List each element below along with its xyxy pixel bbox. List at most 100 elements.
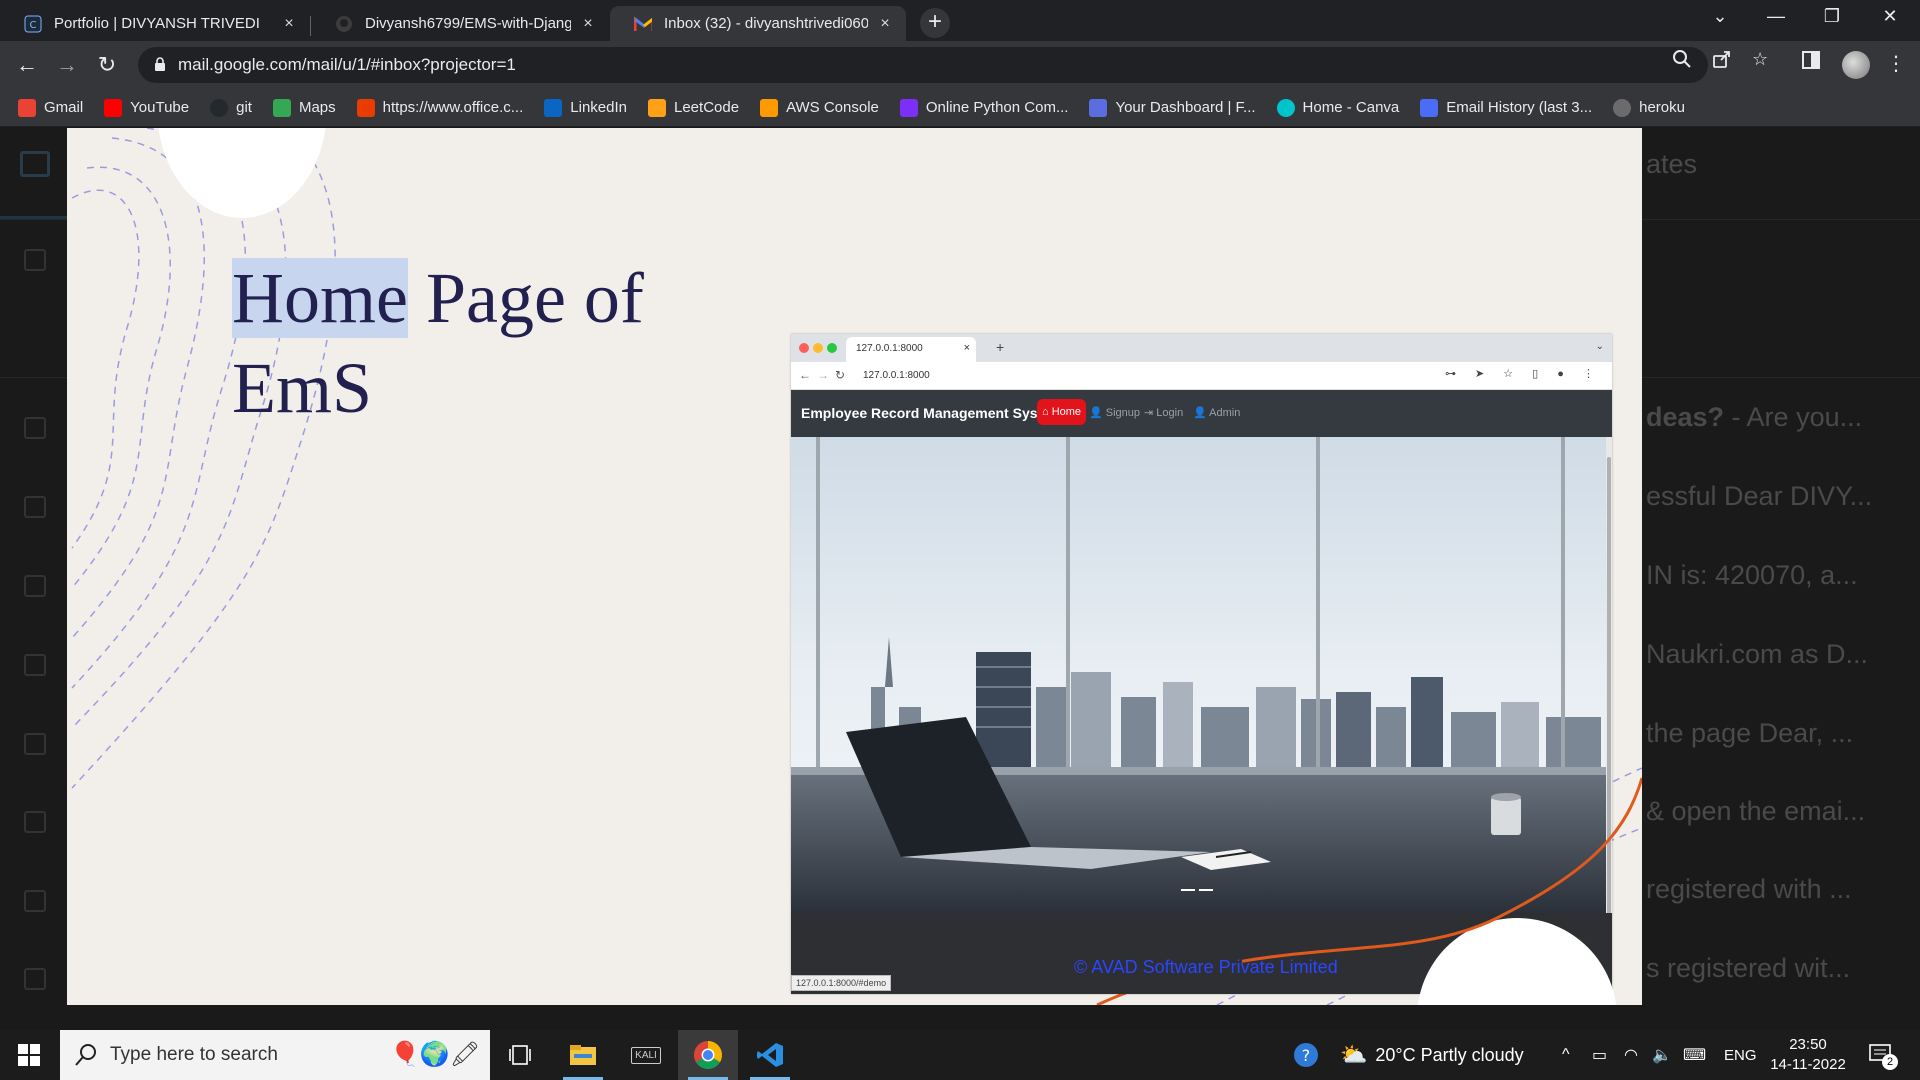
battery-icon[interactable]: ▭ [1592, 1030, 1607, 1080]
browser-tab-strip: C Portfolio | DIVYANSH TRIVEDI × Divyans… [0, 0, 1920, 41]
vscode-icon[interactable] [740, 1030, 800, 1080]
bookmark-leetcode[interactable]: LeetCode [648, 98, 739, 117]
inbox-icon [20, 151, 50, 177]
row-checkbox[interactable] [24, 968, 46, 990]
ems-nav-login: ⇥ Login [1144, 407, 1184, 419]
bookmark-git[interactable]: git [210, 98, 252, 117]
notification-badge: 2 [1882, 1054, 1898, 1070]
tab-title: Portfolio | DIVYANSH TRIVEDI [54, 15, 260, 32]
address-url: mail.google.com/mail/u/1/#inbox?projecto… [178, 55, 516, 74]
keyboard-icon[interactable]: ⌨ [1683, 1030, 1706, 1080]
zoom-icon[interactable] [1672, 49, 1692, 74]
tab-search-icon[interactable]: ⌄ [1700, 6, 1740, 27]
title-line-2: EmS [232, 348, 373, 428]
file-explorer-icon[interactable] [553, 1030, 613, 1080]
gmail-icon [634, 15, 652, 33]
email-snippet[interactable]: IN is: 420070, a... [1646, 560, 1858, 591]
email-snippet[interactable]: registered with ... [1646, 874, 1852, 905]
ems-nav-home: ⌂ Home [1037, 399, 1087, 425]
portfolio-icon: C [24, 15, 42, 33]
chrome-icon[interactable] [678, 1030, 738, 1080]
row-checkbox[interactable] [24, 496, 46, 518]
slide-preview: Home Page of EmS 127.0.0.1:8000 × + ⌄ ← →… [67, 128, 1642, 1005]
profile-avatar[interactable] [1842, 51, 1870, 79]
windows-start-icon[interactable] [18, 1044, 40, 1071]
help-icon[interactable]: ? [1292, 1030, 1320, 1080]
bookmark-python[interactable]: Online Python Com... [899, 98, 1069, 117]
search-icon [74, 1043, 98, 1073]
row-checkbox[interactable] [24, 575, 46, 597]
close-tab-icon[interactable]: × [876, 15, 894, 33]
more-menu-icon[interactable]: ⋮ [1886, 51, 1906, 76]
row-checkbox[interactable] [24, 733, 46, 755]
restore-icon[interactable]: ❐ [1812, 6, 1852, 27]
bookmark-office[interactable]: https://www.office.c... [356, 98, 523, 117]
email-snippet[interactable]: & open the emai... [1646, 796, 1865, 827]
row-checkbox[interactable] [24, 654, 46, 676]
aws-icon [760, 98, 779, 117]
share-icon[interactable] [1712, 49, 1732, 74]
python-icon [899, 98, 918, 117]
clock-date: 14-11-2022 [1770, 1056, 1846, 1073]
row-checkbox[interactable] [24, 890, 46, 912]
weather-widget[interactable]: ⛅ 20°C Partly cloudy [1340, 1030, 1524, 1080]
office-icon [356, 98, 375, 117]
svg-text:C: C [30, 20, 37, 31]
task-view-icon[interactable] [490, 1030, 550, 1080]
bookmark-gmail[interactable]: Gmail [18, 98, 84, 117]
close-window-icon[interactable]: ✕ [1870, 6, 1910, 27]
address-bar[interactable]: mail.google.com/mail/u/1/#inbox?projecto… [138, 47, 1708, 83]
notification-center-icon[interactable]: 2 [1868, 1030, 1898, 1080]
email-history-icon [1420, 98, 1439, 117]
email-snippet[interactable]: deas? - Are you... [1646, 402, 1862, 433]
bookmark-label: LinkedIn [570, 99, 627, 116]
bookmark-label: Maps [298, 99, 336, 116]
bookmark-heroku[interactable]: heroku [1613, 98, 1685, 117]
bookmark-label: Gmail [44, 99, 84, 116]
forward-icon[interactable]: → [53, 51, 81, 79]
side-panel-icon[interactable] [1802, 51, 1820, 75]
bookmark-youtube[interactable]: YouTube [104, 98, 190, 117]
show-hidden-icons[interactable]: ^ [1562, 1030, 1570, 1080]
kali-icon[interactable]: KALI [616, 1030, 676, 1080]
dashboard-icon [1089, 98, 1108, 117]
bookmark-label: YouTube [130, 99, 190, 116]
weather-icon: ⛅ [1340, 1042, 1368, 1067]
bookmark-label: Online Python Com... [925, 99, 1069, 116]
bookmark-canva[interactable]: Home - Canva [1276, 98, 1400, 117]
bookmark-linkedin[interactable]: LinkedIn [544, 98, 627, 117]
reload-icon[interactable]: ↻ [93, 51, 121, 79]
github-icon [335, 15, 353, 33]
email-snippet[interactable]: Naukri.com as D... [1646, 639, 1868, 670]
system-clock[interactable]: 23:50 14-11-2022 [1758, 1035, 1858, 1075]
email-snippet[interactable]: the page Dear, ... [1646, 718, 1853, 749]
bookmark-star-icon[interactable]: ☆ [1752, 49, 1768, 70]
bookmark-label: Home - Canva [1302, 99, 1400, 116]
search-placeholder: Type here to search [110, 1044, 278, 1065]
bookmark-dashboard[interactable]: Your Dashboard | F... [1089, 98, 1256, 117]
tab-github[interactable]: Divyansh6799/EMS-with-Django × [311, 6, 609, 41]
gmail-header-fragment: ates [1646, 149, 1698, 179]
close-tab-icon[interactable]: × [579, 15, 597, 33]
close-tab-icon[interactable]: × [280, 15, 298, 33]
bookmark-email-history[interactable]: Email History (last 3... [1420, 98, 1592, 117]
row-checkbox[interactable] [24, 417, 46, 439]
wifi-icon[interactable]: ◠ [1624, 1030, 1638, 1080]
minimize-icon[interactable]: — [1756, 6, 1796, 27]
tab-inbox[interactable]: Inbox (32) - divyanshtrivedi0607 × [610, 6, 906, 41]
taskbar-search-input[interactable]: Type here to search 🎈🌍🖍 [60, 1030, 490, 1080]
email-snippet[interactable]: s registered wit... [1646, 953, 1850, 984]
volume-icon[interactable]: 🔈 [1652, 1030, 1672, 1080]
back-icon[interactable]: ← [13, 51, 41, 79]
slide-title: Home Page of EmS [232, 258, 644, 428]
ems-brand: Employee Record Management System [801, 405, 1063, 421]
language-indicator[interactable]: ENG [1724, 1030, 1757, 1080]
bookmark-aws[interactable]: AWS Console [760, 98, 879, 117]
email-snippet[interactable]: essful Dear DIVY... [1646, 481, 1872, 512]
row-checkbox[interactable] [24, 249, 46, 271]
row-checkbox[interactable] [24, 811, 46, 833]
bookmark-maps[interactable]: Maps [272, 98, 336, 117]
tab-title: Inbox (32) - divyanshtrivedi0607 [664, 15, 868, 32]
new-tab-button[interactable]: + [920, 8, 950, 38]
tab-portfolio[interactable]: C Portfolio | DIVYANSH TRIVEDI × [0, 6, 310, 41]
